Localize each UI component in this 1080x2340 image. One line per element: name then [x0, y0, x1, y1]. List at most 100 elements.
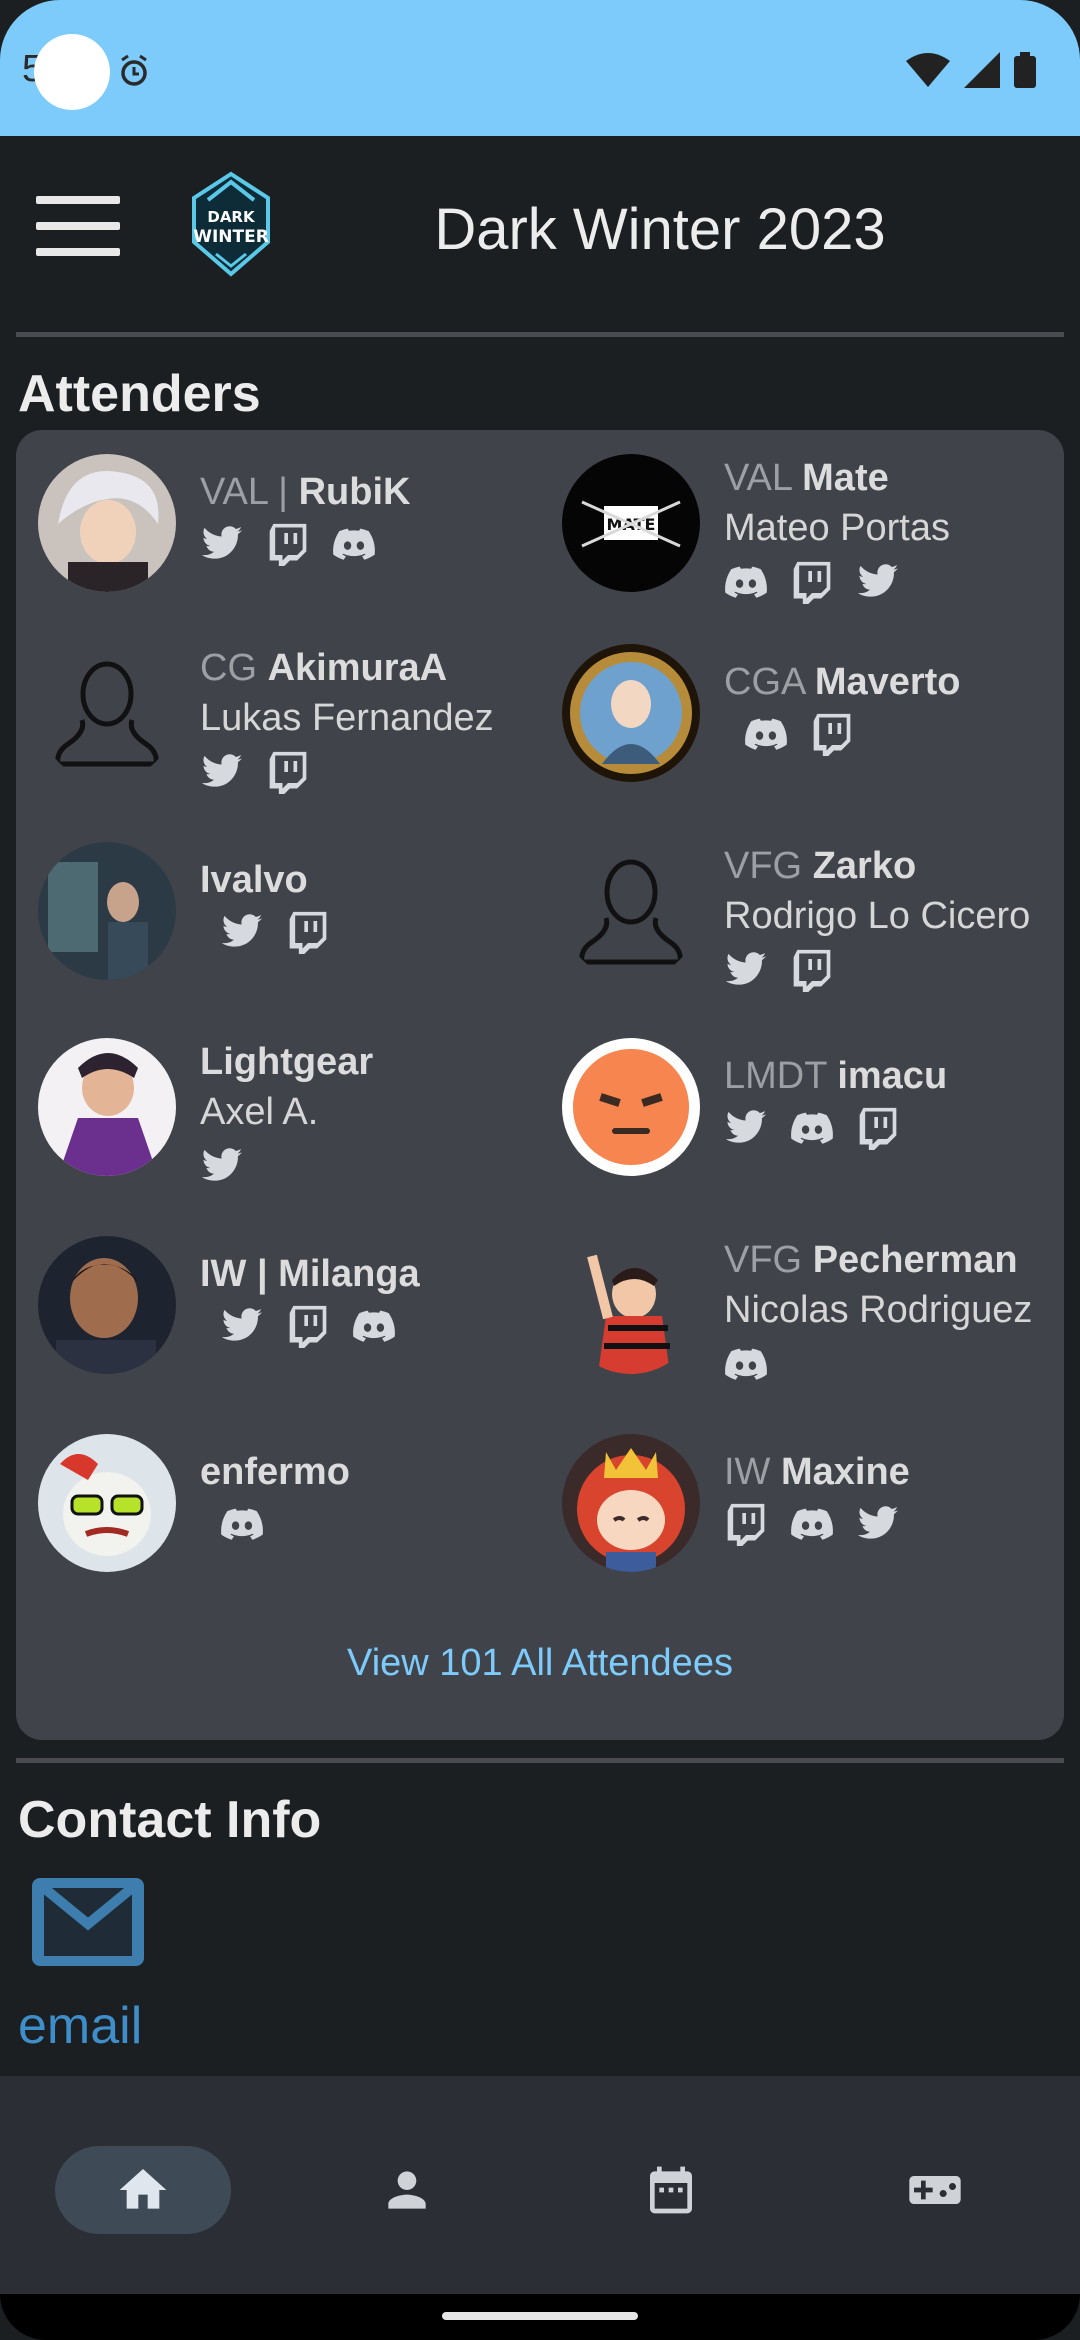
twitch-icon[interactable]: [286, 1304, 330, 1348]
default-avatar-icon[interactable]: [38, 644, 176, 782]
nickname: Mate: [802, 457, 889, 499]
social-links: [724, 948, 1030, 992]
bottom-navigation: [0, 2076, 1080, 2294]
avatar[interactable]: MATE: [562, 454, 700, 592]
attendee-item[interactable]: LMDT imacu: [562, 1038, 1062, 1188]
team-prefix: IW: [724, 1451, 781, 1493]
social-links: [724, 560, 950, 604]
twitter-icon[interactable]: [200, 750, 244, 794]
status-bar: 5: [0, 0, 1080, 136]
person-icon: [388, 2171, 426, 2209]
twitch-icon[interactable]: [790, 948, 834, 992]
twitter-icon[interactable]: [856, 560, 900, 604]
attendee-item[interactable]: Ivalvo: [38, 842, 538, 992]
view-all-attendees-link[interactable]: View 101 All Attendees: [16, 1642, 1064, 1685]
discord-icon[interactable]: [744, 712, 788, 756]
social-links: [724, 1502, 910, 1546]
twitter-icon[interactable]: [220, 1304, 264, 1348]
attenders-title: Attenders: [18, 365, 261, 423]
twitch-icon[interactable]: [790, 560, 834, 604]
avatar[interactable]: [562, 1236, 700, 1374]
divider: [16, 1758, 1064, 1763]
nav-games[interactable]: [847, 2146, 1023, 2234]
attendee-item[interactable]: IW | Milanga: [38, 1236, 538, 1386]
attendee-item[interactable]: CG AkimuraA Lukas Fernandez: [38, 644, 538, 794]
social-links: [220, 1304, 420, 1348]
nav-profile[interactable]: [319, 2146, 495, 2234]
avatar[interactable]: [38, 454, 176, 592]
default-avatar-icon[interactable]: [562, 842, 700, 980]
nav-home[interactable]: [55, 2146, 231, 2234]
avatar[interactable]: [562, 1038, 700, 1176]
twitter-icon[interactable]: [200, 522, 244, 566]
attendee-name: IW | Milanga: [200, 1250, 420, 1298]
twitter-icon[interactable]: [856, 1502, 900, 1546]
gamepad-icon: [909, 2176, 961, 2204]
home-icon: [119, 2169, 167, 2209]
twitter-icon[interactable]: [220, 910, 264, 954]
attendees-card: View 101 All Attendees VAL | RubiK MATE VA…: [16, 430, 1064, 1740]
real-name: Axel A.: [200, 1091, 319, 1133]
email-button[interactable]: [32, 1878, 144, 1966]
discord-icon[interactable]: [220, 1502, 264, 1546]
calendar-icon: [650, 2166, 692, 2214]
nickname: Ivalvo: [200, 859, 308, 901]
twitch-icon[interactable]: [724, 1502, 768, 1546]
attendee-name: CGA Maverto: [724, 658, 961, 706]
team-prefix: VFG: [724, 1239, 813, 1281]
avatar[interactable]: [38, 1236, 176, 1374]
twitch-icon[interactable]: [810, 712, 854, 756]
social-links: [724, 1342, 1032, 1386]
twitter-icon[interactable]: [724, 948, 768, 992]
avatar[interactable]: [562, 644, 700, 782]
discord-icon[interactable]: [352, 1304, 396, 1348]
page-title: Dark Winter 2023: [434, 197, 886, 262]
attendee-item[interactable]: VFG Pecherman Nicolas Rodriguez: [562, 1236, 1062, 1386]
contact-info-title: Contact Info: [18, 1791, 322, 1849]
twitter-icon[interactable]: [200, 1144, 244, 1188]
discord-icon[interactable]: [724, 560, 768, 604]
twitch-icon[interactable]: [286, 910, 330, 954]
team-prefix: CGA: [724, 661, 815, 703]
avatar[interactable]: [38, 1434, 176, 1572]
nav-calendar[interactable]: [583, 2146, 759, 2234]
discord-icon[interactable]: [790, 1502, 834, 1546]
attendee-item[interactable]: VAL | RubiK: [38, 454, 538, 604]
team-prefix: CG: [200, 647, 268, 689]
twitch-icon[interactable]: [266, 750, 310, 794]
attendee-item[interactable]: Lightgear Axel A.: [38, 1038, 538, 1188]
battery-icon: [1014, 52, 1036, 88]
twitter-icon[interactable]: [724, 1106, 768, 1150]
attendee-item[interactable]: CGA Maverto: [562, 644, 1062, 794]
social-links: [220, 1502, 350, 1546]
menu-icon[interactable]: [36, 196, 120, 256]
attendee-item[interactable]: enfermo: [38, 1434, 538, 1584]
nickname: Pecherman: [812, 1239, 1018, 1281]
team-prefix: LMDT: [724, 1055, 838, 1097]
email-link[interactable]: email: [18, 1996, 142, 2056]
twitch-icon[interactable]: [266, 522, 310, 566]
attendee-item[interactable]: VFG Zarko Rodrigo Lo Cicero: [562, 842, 1062, 992]
discord-icon[interactable]: [790, 1106, 834, 1150]
social-links: [724, 1106, 947, 1150]
social-links: [220, 910, 330, 954]
avatar[interactable]: [562, 1434, 700, 1572]
discord-icon[interactable]: [332, 522, 376, 566]
dark-winter-logo: DARK WINTER: [192, 171, 270, 277]
nickname: Maxine: [780, 1451, 910, 1493]
social-links: [744, 712, 961, 756]
gesture-handle[interactable]: [442, 2312, 638, 2320]
nickname: Lightgear: [200, 1041, 374, 1083]
wifi-icon: [906, 53, 950, 87]
avatar[interactable]: [38, 842, 176, 980]
svg-text:DARK: DARK: [207, 208, 256, 226]
discord-icon[interactable]: [724, 1342, 768, 1386]
real-name: Mateo Portas: [724, 507, 950, 549]
attendee-item[interactable]: IW Maxine: [562, 1434, 1062, 1584]
twitch-icon[interactable]: [856, 1106, 900, 1150]
attendee-name: Ivalvo: [200, 856, 330, 904]
attendee-item[interactable]: MATE VAL Mate Mateo Portas: [562, 454, 1062, 604]
avatar[interactable]: [38, 1038, 176, 1176]
attendee-name: VAL | RubiK: [200, 468, 410, 516]
real-name: Rodrigo Lo Cicero: [724, 895, 1031, 937]
